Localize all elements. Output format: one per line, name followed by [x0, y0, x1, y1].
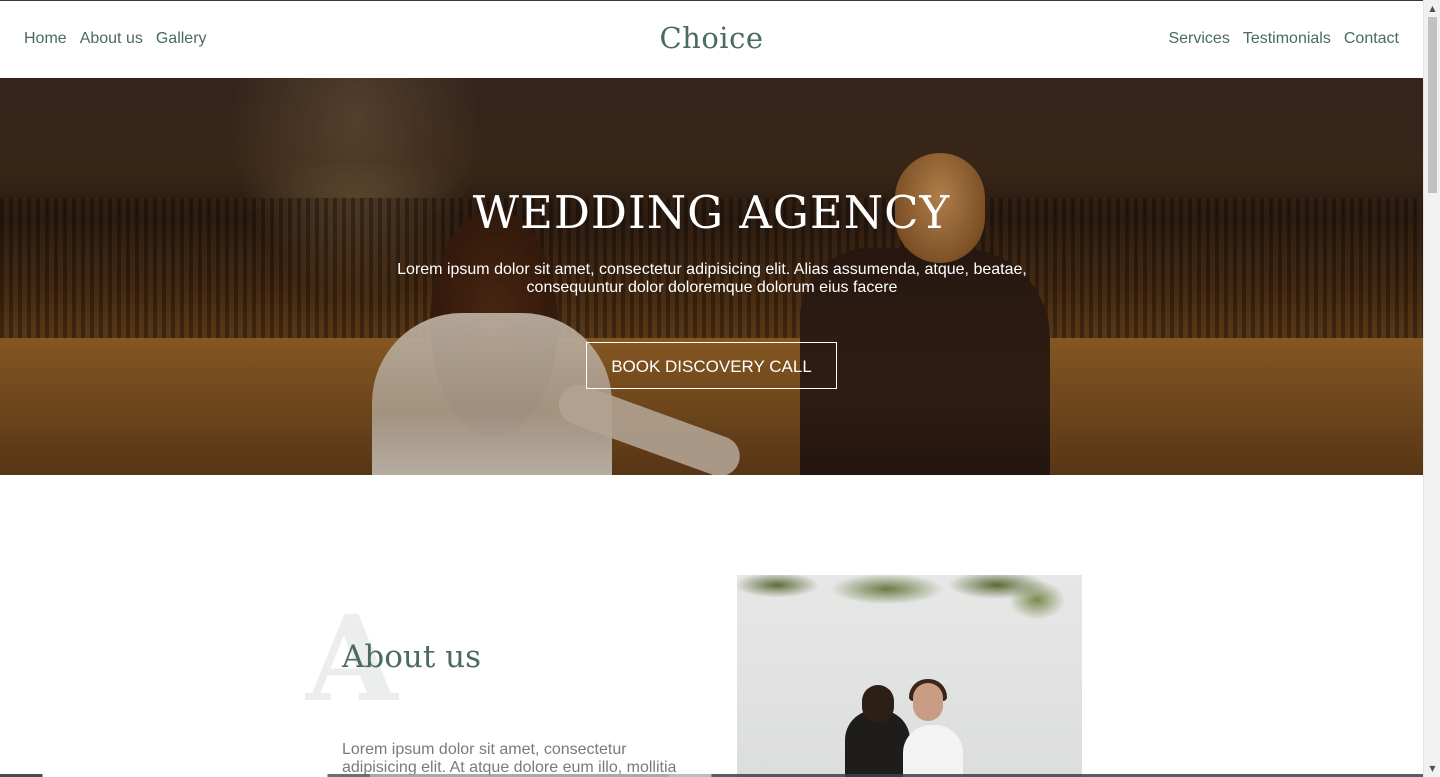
about-photo — [737, 575, 1082, 777]
about-photo-bride — [903, 725, 963, 777]
vertical-scrollbar[interactable]: ▲ ▼ — [1423, 0, 1440, 777]
nav-link-testimonials[interactable]: Testimonials — [1243, 30, 1331, 48]
site-header: Home About us Gallery Choice Services Te… — [0, 1, 1423, 78]
hero-description: Lorem ipsum dolor sit amet, consectetur … — [397, 261, 1027, 296]
about-photo-bride-head — [913, 683, 943, 721]
hero-section: WEDDING AGENCY Lorem ipsum dolor sit ame… — [0, 78, 1423, 475]
nav-link-services[interactable]: Services — [1168, 30, 1229, 48]
nav-link-home[interactable]: Home — [24, 30, 67, 48]
hero-title: WEDDING AGENCY — [472, 186, 951, 239]
nav-link-contact[interactable]: Contact — [1344, 30, 1399, 48]
book-discovery-call-button[interactable]: BOOK DISCOVERY CALL — [586, 342, 837, 389]
about-text: Lorem ipsum dolor sit amet, consectetur … — [342, 741, 677, 776]
nav-left: Home About us Gallery — [24, 30, 207, 48]
page: Home About us Gallery Choice Services Te… — [0, 0, 1423, 777]
brand-logo[interactable]: Choice — [659, 21, 763, 55]
about-section: A About us Lorem ipsum dolor sit amet, c… — [0, 475, 1423, 777]
nav-link-about-us[interactable]: About us — [80, 30, 143, 48]
scroll-down-arrow-icon[interactable]: ▼ — [1424, 760, 1440, 777]
about-title: About us — [342, 639, 482, 675]
scrollbar-thumb[interactable] — [1428, 17, 1437, 193]
about-photo-groom-head — [862, 685, 894, 723]
nav-right: Services Testimonials Contact — [1168, 30, 1399, 48]
scroll-up-arrow-icon[interactable]: ▲ — [1424, 0, 1440, 17]
about-photo-foliage — [737, 575, 1082, 635]
nav-link-gallery[interactable]: Gallery — [156, 30, 207, 48]
